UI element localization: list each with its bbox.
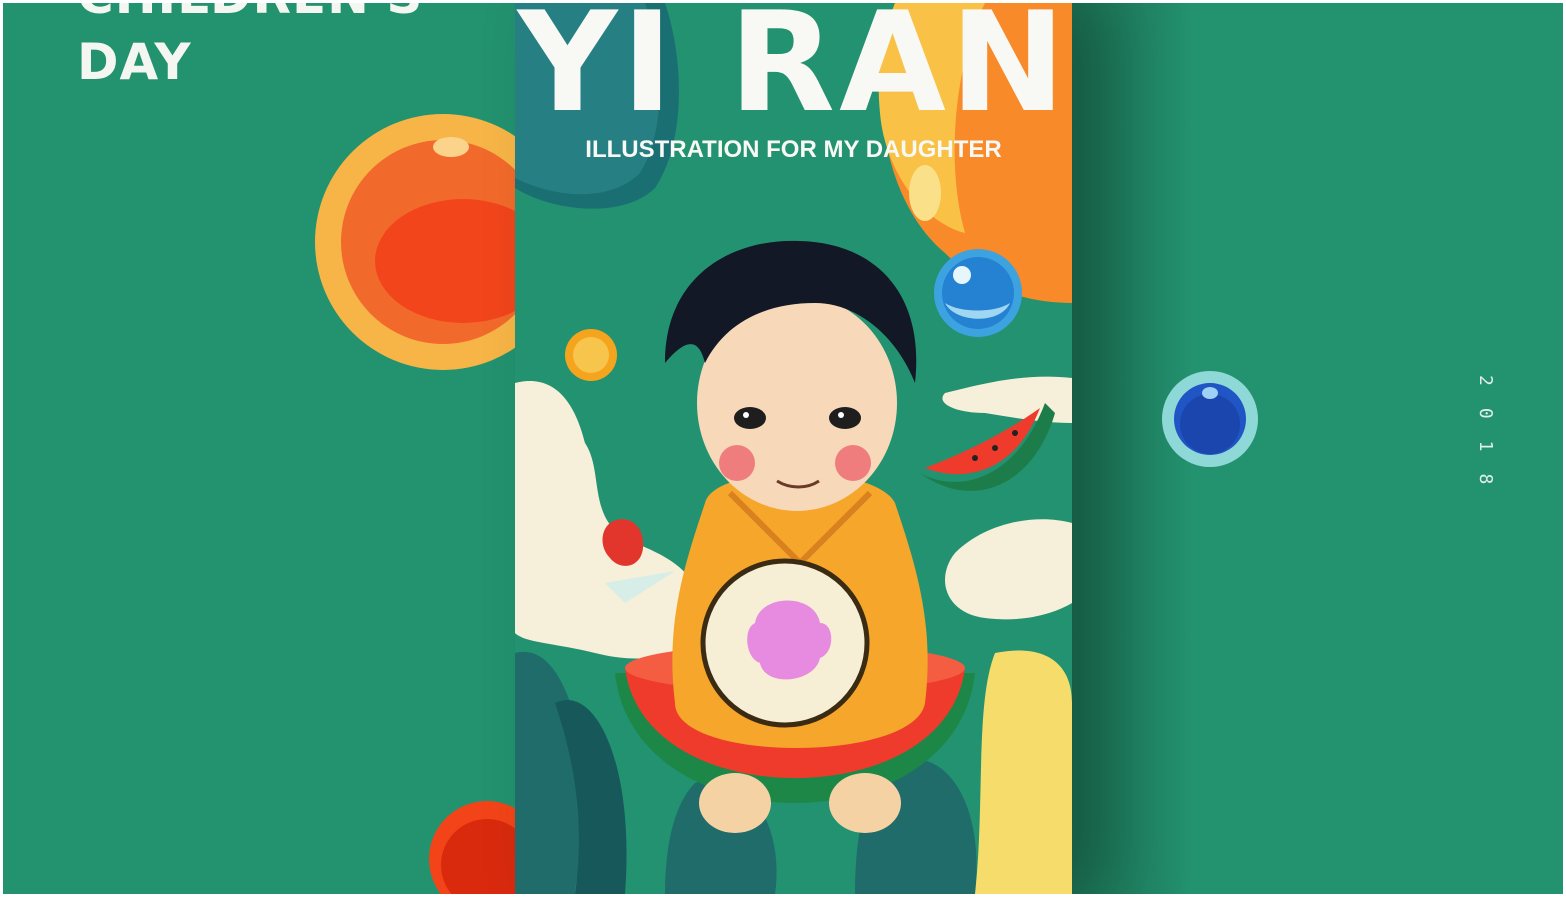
poster-card: YI RAN ILLUSTRATION FOR MY DAUGHTER (515, 3, 1072, 894)
poster-title: YI RAN (517, 3, 1070, 143)
poster-subtitle: ILLUSTRATION FOR MY DAUGHTER (585, 136, 1002, 163)
heading-line-1: CHILDREN'S (77, 3, 423, 29)
blue-orb (1162, 371, 1258, 467)
year-label: 2018 (1475, 375, 1496, 507)
children-day-heading: CHILDREN'S DAY (77, 3, 423, 95)
heading-line-2: DAY (77, 33, 192, 91)
page-frame: CHILDREN'S DAY (3, 3, 1563, 894)
